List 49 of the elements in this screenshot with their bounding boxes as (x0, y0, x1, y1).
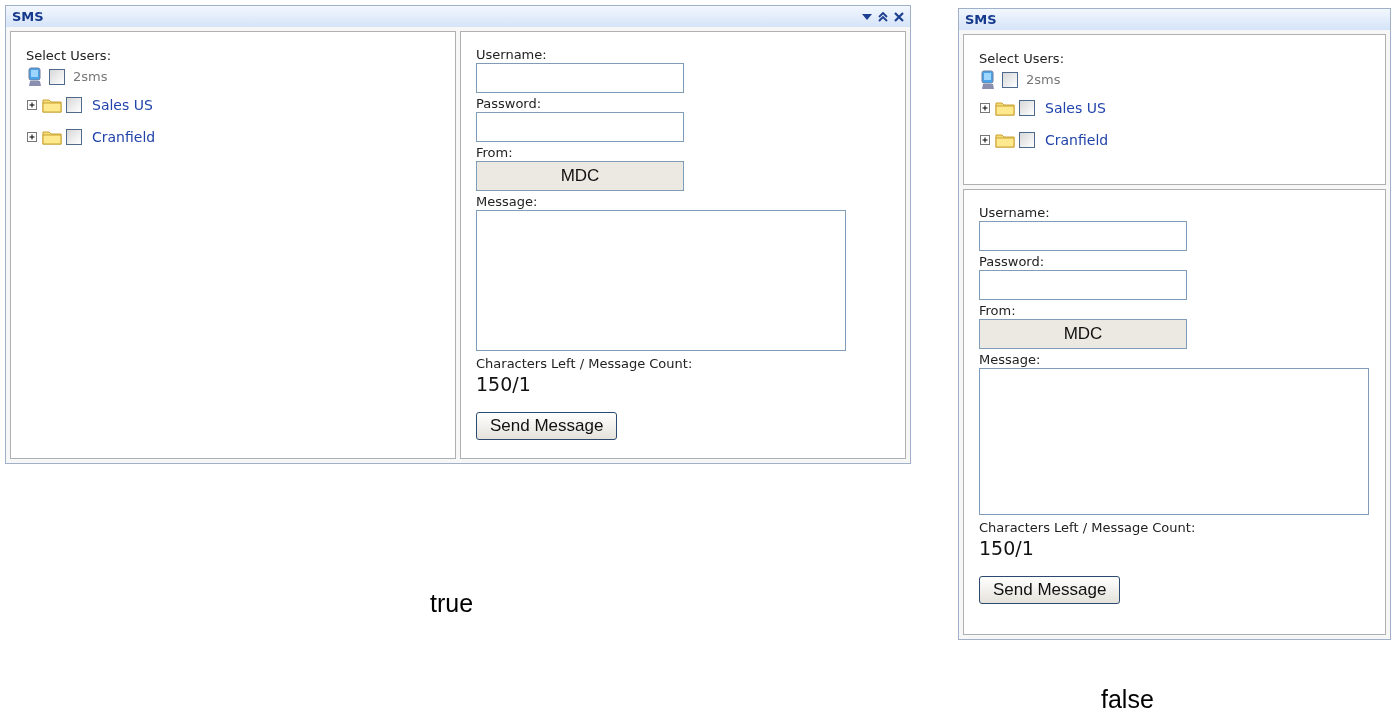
input-field[interactable] (476, 112, 684, 142)
checkbox[interactable] (1019, 100, 1035, 116)
user-label: 2sms (73, 68, 108, 87)
dropdown-arrow-icon[interactable] (862, 12, 872, 21)
panel-title: SMS (965, 10, 997, 29)
computer-icon (981, 70, 995, 90)
label: Select Users: (979, 51, 1066, 67)
input-field[interactable] (476, 63, 684, 93)
checkbox[interactable] (66, 129, 82, 145)
label: From: (476, 144, 514, 161)
character-count: 150/1 (476, 372, 532, 396)
label: From: (979, 302, 1017, 319)
folder-icon (42, 97, 62, 113)
group-label[interactable]: Cranfield (92, 126, 156, 148)
from-field: MDC (979, 319, 1187, 349)
send-message-button[interactable]: Send Message (476, 412, 618, 440)
panel-title: SMS (12, 7, 44, 26)
checkbox[interactable] (49, 69, 65, 85)
character-count: 150/1 (979, 536, 1035, 560)
label: Password: (476, 95, 543, 112)
label: Characters Left / Message Count: (476, 355, 694, 372)
send-message-button[interactable]: Send Message (979, 576, 1121, 604)
group-label[interactable]: Sales US (1045, 97, 1106, 119)
checkbox[interactable] (1002, 72, 1018, 88)
user-label: 2sms (1026, 71, 1061, 90)
group-label[interactable]: Sales US (92, 94, 153, 116)
caption: true (430, 588, 474, 619)
message-field[interactable] (979, 368, 1369, 515)
checkbox[interactable] (66, 97, 82, 113)
label: Username: (979, 204, 1051, 221)
close-icon[interactable] (894, 11, 904, 22)
folder-icon (995, 100, 1015, 116)
label: Select Users: (26, 48, 113, 64)
input-field[interactable] (979, 221, 1187, 251)
caption: false (1101, 684, 1154, 711)
folder-icon (995, 132, 1015, 148)
label: Message: (476, 193, 539, 210)
folder-icon (42, 129, 62, 145)
group-label[interactable]: Cranfield (1045, 129, 1109, 151)
label: Password: (979, 253, 1046, 270)
label: Message: (979, 351, 1042, 368)
label: Characters Left / Message Count: (979, 519, 1197, 536)
computer-icon (28, 67, 42, 87)
from-field: MDC (476, 161, 684, 191)
collapse-icon[interactable] (878, 11, 888, 22)
checkbox[interactable] (1019, 132, 1035, 148)
input-field[interactable] (979, 270, 1187, 300)
message-field[interactable] (476, 210, 846, 351)
label: Username: (476, 46, 548, 63)
